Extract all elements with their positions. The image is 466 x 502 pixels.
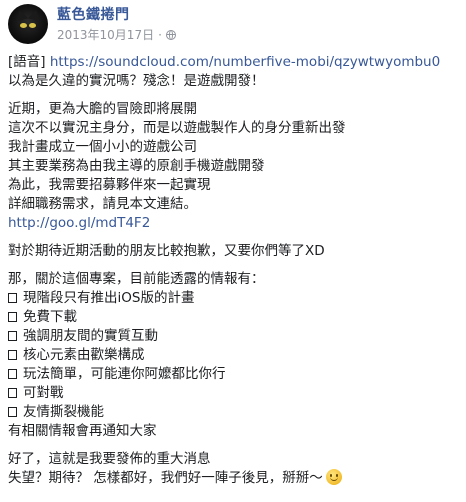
line-text: 玩法簡單，可能連你阿嬤都比你行 <box>23 366 226 382</box>
cat-eye-right-icon <box>29 23 36 28</box>
text-line: 有相關情報會再通知大家 <box>8 422 462 441</box>
text-line: http://goo.gl/mdT4F2 <box>8 214 462 233</box>
text-line: 對於期待近期活動的朋友比較抱歉，又要你們等了XD <box>8 242 462 261</box>
post-meta: 藍色鐵捲門 2013年10月17日 · <box>57 6 176 42</box>
text-line: 我計畫成立一個小小的遊戲公司 <box>8 138 462 157</box>
line-text: 有相關情報會再通知大家 <box>8 423 157 439</box>
line-text: 近期，更為大膽的冒險即將展開 <box>8 101 197 117</box>
line-text: 以為是久違的實況嗎？殘念！是遊戲開發！ <box>8 73 265 89</box>
bullet-item: 強調朋友間的實質互動 <box>8 327 462 346</box>
text-line: 好了，這就是我要發佈的重大消息 <box>8 450 462 469</box>
paragraph: 近期，更為大膽的冒險即將展開這次不以實況主身分，而是以遊戲製作人的身分重新出發我… <box>8 100 462 233</box>
avatar[interactable] <box>8 4 48 44</box>
globe-icon[interactable] <box>165 30 176 40</box>
cat-ear-right-icon <box>27 8 43 22</box>
paragraph: 好了，這就是我要發佈的重大消息失望？期待？ 怎樣都好，我們好一陣子後見，掰掰～ <box>8 450 462 488</box>
facebook-post: 藍色鐵捲門 2013年10月17日 · [語音] https://soundcl… <box>0 0 466 502</box>
bullet-box-icon <box>8 293 17 303</box>
text-line: 其主要業務為由我主導的原創手機遊戲開發 <box>8 157 462 176</box>
line-text: 為此，我需要招募夥伴來一起實現 <box>8 177 211 193</box>
line-text: 好了，這就是我要發佈的重大消息 <box>8 451 211 467</box>
line-text: 那，關於這個專案，目前能透露的情報有： <box>8 271 265 287</box>
line-text: 核心元素由歡樂構成 <box>23 347 145 363</box>
post-link[interactable]: https://soundcloud.com/numberfive-mobi/q… <box>50 54 440 70</box>
bullet-box-icon <box>8 312 17 322</box>
bullet-box-icon <box>8 407 17 417</box>
line-text: 免費下載 <box>23 309 77 325</box>
author-name-link[interactable]: 藍色鐵捲門 <box>57 6 176 24</box>
post-header: 藍色鐵捲門 2013年10月17日 · <box>8 4 176 44</box>
text-line: 詳細職務需求，請見本文連結。 <box>8 195 462 214</box>
bullet-item: 可對戰 <box>8 384 462 403</box>
line-text: 我計畫成立一個小小的遊戲公司 <box>8 139 197 155</box>
line-text: 失望？期待？ 怎樣都好，我們好一陣子後見，掰掰～ <box>8 470 323 486</box>
bullet-item: 玩法簡單，可能連你阿嬤都比你行 <box>8 365 462 384</box>
paragraph: 那，關於這個專案，目前能透露的情報有： 現階段只有推出iOS版的計畫 免費下載強調朋… <box>8 270 462 441</box>
line-text: 強調朋友間的實質互動 <box>23 328 158 344</box>
bullet-item: 免費下載 <box>8 308 462 327</box>
line-text: 對於期待近期活動的朋友比較抱歉，又要你們等了XD <box>8 243 325 259</box>
bullet-item: 現階段只有推出iOS版的計畫 <box>8 289 462 308</box>
post-body: [語音] https://soundcloud.com/numberfive-m… <box>8 53 462 488</box>
bullet-box-icon <box>8 388 17 398</box>
line-text: 其主要業務為由我主導的原創手機遊戲開發 <box>8 158 265 174</box>
bullet-item: 核心元素由歡樂構成 <box>8 346 462 365</box>
line-prefix: [語音] <box>8 54 50 70</box>
line-text: 這次不以實況主身分，而是以遊戲製作人的身分重新出發 <box>8 120 346 136</box>
text-line: 這次不以實況主身分，而是以遊戲製作人的身分重新出發 <box>8 119 462 138</box>
line-text: 現階段只有推出iOS版的計畫 <box>23 290 195 306</box>
paragraph: 對於期待近期活動的朋友比較抱歉，又要你們等了XD <box>8 242 462 261</box>
text-line: 近期，更為大膽的冒險即將展開 <box>8 100 462 119</box>
bullet-item: 友情撕裂機能 <box>8 403 462 422</box>
text-line: 那，關於這個專案，目前能透露的情報有： <box>8 270 462 289</box>
smiley-icon <box>325 469 342 485</box>
bullet-box-icon <box>8 369 17 379</box>
bullet-box-icon <box>8 350 17 360</box>
text-line: 以為是久違的實況嗎？殘念！是遊戲開發！ <box>8 72 462 91</box>
cat-ear-left-icon <box>13 8 29 22</box>
line-text: 詳細職務需求，請見本文連結。 <box>8 196 197 212</box>
line-text: 可對戰 <box>23 385 64 401</box>
post-date-link[interactable]: 2013年10月17日 <box>57 28 154 42</box>
post-dateline: 2013年10月17日 · <box>57 28 176 42</box>
post-link[interactable]: http://goo.gl/mdT4F2 <box>8 215 150 231</box>
separator-dot: · <box>158 28 162 42</box>
cat-eye-left-icon <box>20 23 27 28</box>
paragraph: [語音] https://soundcloud.com/numberfive-m… <box>8 53 462 91</box>
text-line: 失望？期待？ 怎樣都好，我們好一陣子後見，掰掰～ <box>8 469 462 488</box>
bullet-box-icon <box>8 331 17 341</box>
line-text: 友情撕裂機能 <box>23 404 104 420</box>
text-line: [語音] https://soundcloud.com/numberfive-m… <box>8 53 462 72</box>
text-line: 為此，我需要招募夥伴來一起實現 <box>8 176 462 195</box>
